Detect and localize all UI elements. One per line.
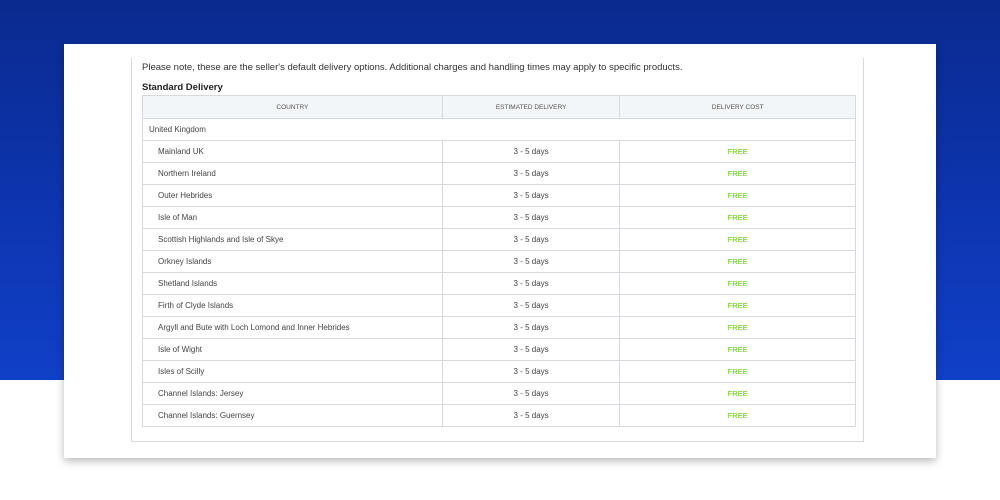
estimated-delivery-cell: 3 - 5 days (441, 140, 621, 163)
table-row: Channel Islands: Jersey 3 - 5 days FREE (142, 382, 856, 405)
country-cell: Channel Islands: Jersey (142, 382, 443, 405)
estimated-delivery-cell: 3 - 5 days (441, 228, 621, 251)
delivery-cost-cell: FREE (619, 162, 856, 185)
table-row: Argyll and Bute with Loch Lomond and Inn… (142, 316, 856, 339)
estimated-delivery-cell: 3 - 5 days (441, 338, 621, 361)
delivery-card: Please note, these are the seller's defa… (64, 44, 936, 458)
estimated-delivery-cell: 3 - 5 days (441, 250, 621, 273)
table-row: Firth of Clyde Islands 3 - 5 days FREE (142, 294, 856, 317)
estimated-delivery-cell: 3 - 5 days (441, 162, 621, 185)
table-row: Mainland UK 3 - 5 days FREE (142, 140, 856, 163)
delivery-cost-cell: FREE (619, 404, 856, 427)
table-row: Outer Hebrides 3 - 5 days FREE (142, 184, 856, 207)
table-row: Orkney Islands 3 - 5 days FREE (142, 250, 856, 273)
country-cell: Isles of Scilly (142, 360, 443, 383)
country-cell: Argyll and Bute with Loch Lomond and Inn… (142, 316, 443, 339)
table-row: Scottish Highlands and Isle of Skye 3 - 5… (142, 228, 856, 251)
column-header-estimated-delivery: ESTIMATED DELIVERY (441, 95, 621, 119)
estimated-delivery-cell: 3 - 5 days (441, 184, 621, 207)
estimated-delivery-cell: 3 - 5 days (441, 206, 621, 229)
country-cell: Isle of Wight (142, 338, 443, 361)
country-cell: Scottish Highlands and Isle of Skye (142, 228, 443, 251)
estimated-delivery-cell: 3 - 5 days (441, 404, 621, 427)
delivery-cost-cell: FREE (619, 228, 856, 251)
country-cell: Channel Islands: Guernsey (142, 404, 443, 427)
delivery-cost-cell: FREE (619, 294, 856, 317)
delivery-cost-cell: FREE (619, 272, 856, 295)
section-title: Standard Delivery (142, 82, 223, 93)
country-cell: Mainland UK (142, 140, 443, 163)
delivery-cost-cell: FREE (619, 184, 856, 207)
delivery-cost-cell: FREE (619, 360, 856, 383)
table-row: Channel Islands: Guernsey 3 - 5 days FREE (142, 404, 856, 427)
country-cell: Firth of Clyde Islands (142, 294, 443, 317)
country-cell: Isle of Man (142, 206, 443, 229)
delivery-cost-cell: FREE (619, 250, 856, 273)
delivery-table: COUNTRY ESTIMATED DELIVERY DELIVERY COST… (142, 95, 856, 427)
estimated-delivery-cell: 3 - 5 days (441, 272, 621, 295)
column-header-country: COUNTRY (142, 95, 443, 119)
delivery-cost-cell: FREE (619, 140, 856, 163)
table-row: Shetland Islands 3 - 5 days FREE (142, 272, 856, 295)
country-cell: Orkney Islands (142, 250, 443, 273)
estimated-delivery-cell: 3 - 5 days (441, 382, 621, 405)
table-row: Isle of Wight 3 - 5 days FREE (142, 338, 856, 361)
table-row: Northern Ireland 3 - 5 days FREE (142, 162, 856, 185)
column-header-delivery-cost: DELIVERY COST (619, 95, 856, 119)
country-cell: Shetland Islands (142, 272, 443, 295)
country-cell: Outer Hebrides (142, 184, 443, 207)
estimated-delivery-cell: 3 - 5 days (441, 360, 621, 383)
delivery-cost-cell: FREE (619, 316, 856, 339)
delivery-note: Please note, these are the seller's defa… (142, 62, 683, 73)
table-header-row: COUNTRY ESTIMATED DELIVERY DELIVERY COST (142, 95, 856, 119)
estimated-delivery-cell: 3 - 5 days (441, 316, 621, 339)
table-row: Isles of Scilly 3 - 5 days FREE (142, 360, 856, 383)
delivery-cost-cell: FREE (619, 338, 856, 361)
country-cell: Northern Ireland (142, 162, 443, 185)
group-row: United Kingdom (142, 118, 856, 141)
delivery-cost-cell: FREE (619, 206, 856, 229)
table-row: Isle of Man 3 - 5 days FREE (142, 206, 856, 229)
delivery-cost-cell: FREE (619, 382, 856, 405)
estimated-delivery-cell: 3 - 5 days (441, 294, 621, 317)
group-label: United Kingdom (142, 118, 856, 141)
